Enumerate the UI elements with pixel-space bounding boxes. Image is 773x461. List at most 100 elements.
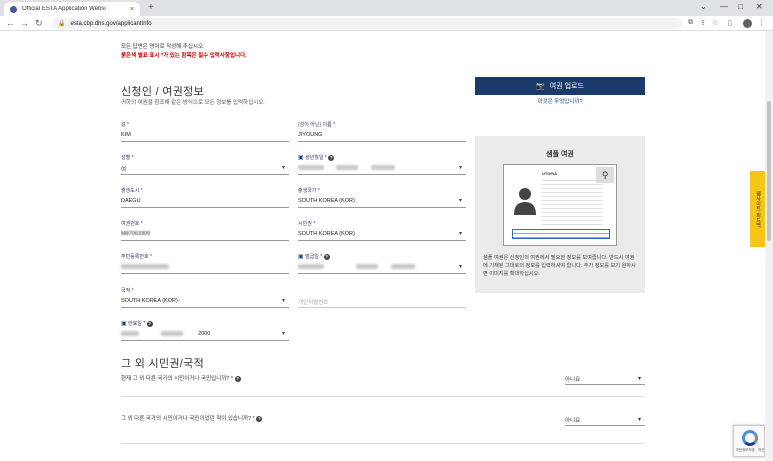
personal-id-field[interactable]: 개인식별번호	[298, 287, 466, 309]
national-id-label: 주민등록번호 *	[121, 254, 152, 260]
issuing-country-value: SOUTH KOREA (KOR)	[121, 298, 178, 304]
gender-select[interactable]: 성별 * 여 ▾	[121, 154, 289, 176]
chevron-down-icon: ▾	[458, 264, 462, 270]
passport-number-label: 여권번호 *	[121, 221, 143, 227]
birth-country-value: SOUTH KOREA (KOR)	[298, 198, 355, 204]
chevron-down-icon: ▾	[458, 231, 462, 237]
citizenship-label: 시민권 *	[298, 221, 316, 227]
dob-label: 생년월일 *	[305, 155, 327, 161]
note-required: 붉은색 별표 표시 *가 있는 항목은 필수 입력사항입니다.	[121, 53, 247, 59]
help-icon[interactable]: ?	[234, 375, 241, 382]
issuing-country-label: 국적 *	[121, 288, 134, 294]
url-text: esta.cbp.dhs.gov/applicantInfo	[70, 20, 152, 27]
passport-heading: UTOPIA	[542, 171, 558, 176]
section-title-applicant: 신청인 / 여권정보	[121, 86, 205, 98]
chevron-down-icon: ▾	[281, 331, 285, 337]
surname-field[interactable]: 성 * KIM	[121, 121, 289, 143]
expiry-date-field[interactable]: ▣ 만료일 * ? 2000 ▾	[121, 320, 289, 342]
browser-tab[interactable]: Official ESTA Application Websi ×	[4, 2, 140, 16]
translate-icon[interactable]: ⧉	[688, 19, 693, 27]
upload-passport-label: 여권 업로드	[549, 83, 584, 90]
redacted-value	[298, 264, 324, 270]
sample-passport-description: 샘플 여권은 신청인의 여권에서 필요한 정보를 보여줍니다. 반드시 여권에 …	[483, 255, 636, 277]
what-is-this-link[interactable]: 이것은 무엇입니까?	[475, 97, 645, 105]
national-id-field[interactable]: 주민등록번호 *	[121, 253, 289, 275]
scrollbar-thumb[interactable]	[767, 101, 771, 241]
help-icon[interactable]: ?	[328, 154, 335, 161]
favicon-icon	[10, 5, 17, 13]
lock-icon: 🔒	[58, 21, 66, 27]
sidepanel-icon[interactable]: ▯	[728, 19, 732, 27]
passport-number-field[interactable]: 여권번호 * M87063309	[121, 220, 289, 242]
given-name-value: JIYOUNG	[298, 132, 323, 138]
sample-passport-title: 샘플 여권	[546, 151, 574, 158]
citizenship-select[interactable]: 시민권 * SOUTH KOREA (KOR) ▾	[298, 220, 466, 242]
question-current-citizen: 현재 그 외 다른 국가의 시민이거나 국민입니까? *	[121, 376, 234, 382]
share-icon[interactable]: ⇪	[700, 19, 706, 27]
birth-country-label: 출생국가 *	[298, 188, 320, 194]
section-title-other-citizenship: 그 외 시민권/국적	[121, 358, 205, 370]
url-field[interactable]: 🔒 esta.cbp.dhs.gov/applicantInfo	[52, 18, 682, 29]
close-window-icon[interactable]: ✕	[756, 2, 763, 11]
sample-passport-image[interactable]: UTOPIA ⚲	[503, 164, 617, 246]
divider	[121, 396, 644, 397]
current-citizen-value: 아니요	[565, 377, 581, 383]
person-silhouette-icon	[514, 188, 536, 215]
maximize-icon[interactable]: □	[738, 2, 743, 11]
help-icon[interactable]: ?	[323, 253, 330, 260]
new-tab-button[interactable]: +	[148, 2, 154, 14]
forward-icon[interactable]: →	[20, 18, 29, 28]
website-feedback-tab[interactable]: 웹사이트 피드백	[750, 171, 765, 247]
zoom-icon[interactable]: ⚲	[596, 167, 614, 183]
issuing-country-select[interactable]: 국적 * SOUTH KOREA (KOR) ▾	[121, 287, 289, 309]
back-icon[interactable]: ←	[6, 18, 15, 28]
recaptcha-badge[interactable]: 개인정보보호 - 약관	[733, 425, 765, 457]
recaptcha-text: 개인정보보호 - 약관	[735, 448, 765, 452]
redacted-value	[121, 264, 169, 270]
chevron-down-icon: ▾	[281, 298, 285, 304]
passport-text-lines	[542, 177, 602, 227]
help-icon[interactable]: ?	[256, 415, 263, 422]
birth-city-label: 출생도시 *	[121, 188, 143, 194]
calendar-icon: ▣	[298, 155, 304, 161]
chevron-down-icon: ▾	[637, 376, 641, 382]
camera-icon: 📷	[536, 83, 545, 90]
given-name-field[interactable]: (성이 아닌) 이름 * JIYOUNG	[298, 121, 466, 143]
chevron-down-icon[interactable]: ⌄	[700, 2, 707, 11]
passport-number-value: M87063309	[121, 231, 151, 237]
citizenship-value: SOUTH KOREA (KOR)	[298, 231, 355, 237]
close-tab-icon[interactable]: ×	[130, 6, 134, 13]
issue-date-field[interactable]: ▣ 발급일 * ? ▾	[298, 253, 466, 275]
former-citizen-value: 아니요	[565, 418, 581, 424]
chevron-down-icon: ▾	[458, 165, 462, 171]
minimize-icon[interactable]: —	[720, 2, 728, 11]
browser-tabbar: Official ESTA Application Websi × + ⌄ — …	[0, 0, 773, 16]
dob-field[interactable]: ▣ 생년월일 * ? ▾	[298, 154, 466, 176]
help-icon[interactable]: ?	[146, 320, 153, 327]
surname-value: KIM	[121, 132, 131, 138]
calendar-icon: ▣	[298, 254, 304, 260]
star-icon[interactable]: ☆	[712, 19, 718, 27]
profile-avatar[interactable]	[743, 19, 752, 28]
menu-icon[interactable]: ⋮	[758, 19, 765, 27]
sample-passport-panel: 샘플 여권 UTOPIA ⚲ 샘플 여권은 신청인의 여권에서 필요한 정보를 …	[475, 136, 645, 293]
passport-mrz	[512, 229, 610, 239]
expiry-date-label: 만료일 *	[128, 321, 146, 327]
current-citizen-select[interactable]: 아니요 ▾	[565, 372, 645, 386]
upload-passport-button[interactable]: 📷 여권 업로드	[475, 77, 645, 95]
personal-id-placeholder: 개인식별번호	[298, 300, 329, 306]
question-former-citizen: 그 외 다른 국가의 시민이거나 국민이었던 적이 있습니까? *	[121, 416, 255, 422]
reload-icon[interactable]: ↻	[35, 18, 43, 28]
former-citizen-select[interactable]: 아니요 ▾	[565, 413, 645, 427]
calendar-icon: ▣	[121, 321, 127, 327]
scrollbar[interactable]	[765, 31, 773, 461]
redacted-value	[298, 165, 324, 171]
birth-country-select[interactable]: 출생국가 * SOUTH KOREA (KOR) ▾	[298, 187, 466, 209]
divider	[121, 443, 644, 444]
birth-city-field[interactable]: 출생도시 * DAEGU	[121, 187, 289, 209]
address-bar: ← → ↻ 🔒 esta.cbp.dhs.gov/applicantInfo ⧉…	[0, 16, 773, 31]
note-english: 모든 답변은 영어로 작성해 주십시오.	[121, 44, 205, 50]
gender-label: 성별 *	[121, 155, 134, 161]
given-name-label: (성이 아닌) 이름 *	[298, 122, 336, 128]
redacted-value	[121, 331, 139, 337]
